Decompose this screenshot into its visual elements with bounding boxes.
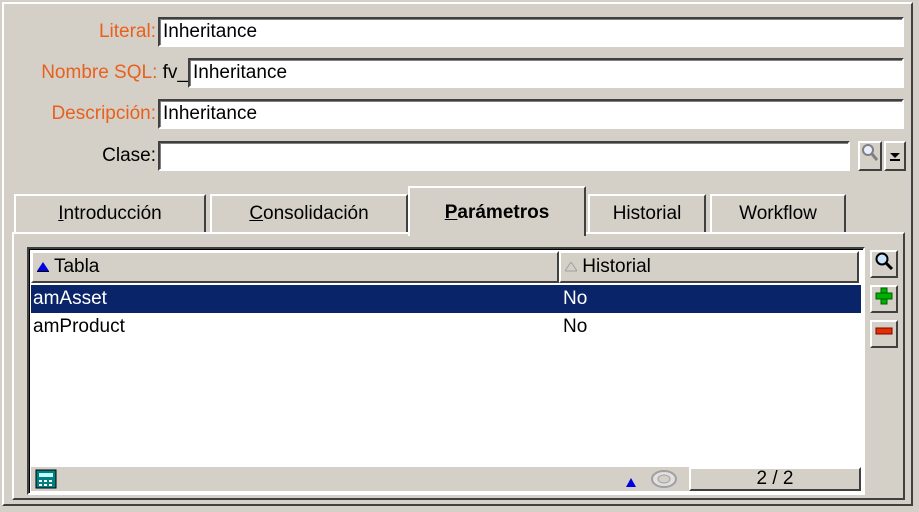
- sort-inactive-icon: [564, 256, 582, 277]
- tab-introduccion-label: ntroducción: [63, 203, 162, 224]
- tab-parametros[interactable]: Parámetros: [408, 186, 586, 236]
- table-row[interactable]: amProduct No: [31, 313, 861, 341]
- column-header-historial[interactable]: Historial: [559, 251, 859, 283]
- sql-prefix: fv_: [162, 62, 188, 83]
- magnifier-icon: [861, 143, 879, 169]
- tab-consolidacion-mnemonic: C: [249, 203, 264, 224]
- tab-historial[interactable]: Historial: [588, 194, 706, 234]
- sort-asc-icon: [37, 256, 54, 277]
- column-header-historial-label: Historial: [582, 256, 651, 277]
- description-label: Descripción:: [51, 103, 156, 124]
- class-label: Clase:: [102, 145, 156, 166]
- tab-introduccion[interactable]: Introducción: [14, 194, 206, 234]
- class-field[interactable]: [158, 141, 850, 171]
- cell-historial: No: [563, 288, 588, 309]
- plus-icon: [874, 286, 894, 312]
- column-header-tabla-label: Tabla: [53, 256, 100, 277]
- add-button[interactable]: [870, 285, 898, 313]
- record-counter: 2 / 2: [689, 467, 861, 491]
- cell-historial: No: [563, 316, 588, 337]
- parameters-table: Tabla Historial amAsset No amProduct No: [27, 247, 865, 495]
- tab-parametros-mnemonic: P: [444, 202, 458, 223]
- table-row[interactable]: amAsset No: [31, 285, 861, 313]
- sort-up-icon[interactable]: [625, 473, 637, 495]
- magnifier-icon: [874, 251, 894, 277]
- tab-consolidacion[interactable]: Consolidación: [210, 194, 408, 234]
- cell-tabla: amProduct: [33, 316, 125, 337]
- tab-workflow[interactable]: Workflow: [710, 194, 846, 234]
- minus-icon: [874, 321, 894, 347]
- sql-name-label: Nombre SQL:: [41, 62, 158, 83]
- calculator-icon[interactable]: [35, 469, 57, 495]
- literal-field[interactable]: Inheritance: [158, 17, 904, 47]
- sql-name-label-group: Nombre SQL: fv_: [28, 59, 188, 87]
- cell-tabla: amAsset: [33, 288, 107, 309]
- refresh-icon[interactable]: [649, 468, 679, 496]
- class-dropdown-button[interactable]: [884, 141, 906, 171]
- table-status-bar: 2 / 2: [31, 467, 861, 491]
- description-field[interactable]: Inheritance: [158, 99, 904, 129]
- class-zoom-button[interactable]: [858, 141, 882, 171]
- tab-consolidacion-label: onsolidación: [263, 203, 369, 224]
- literal-label: Literal:: [98, 21, 156, 42]
- column-header-tabla[interactable]: Tabla: [31, 251, 559, 283]
- dropdown-arrow-icon: [889, 145, 901, 167]
- tab-parametros-label: arámetros: [457, 202, 550, 223]
- remove-button[interactable]: [870, 320, 898, 348]
- sql-name-field[interactable]: Inheritance: [188, 58, 904, 88]
- zoom-button[interactable]: [870, 250, 898, 278]
